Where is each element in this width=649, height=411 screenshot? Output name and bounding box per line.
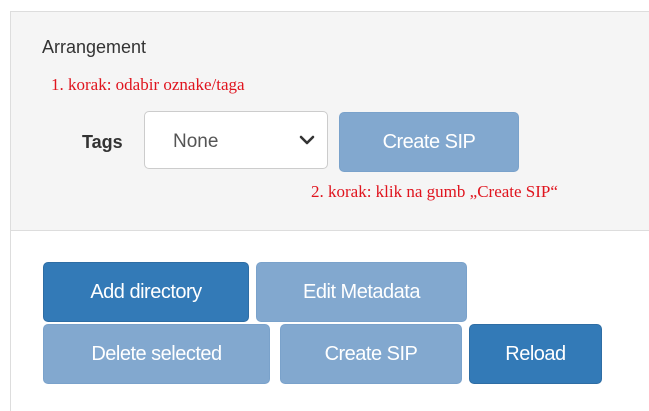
arrangement-panel: Arrangement 1. korak: odabir oznake/taga… [10, 11, 649, 411]
edit-metadata-button[interactable]: Edit Metadata [256, 262, 467, 322]
arrangement-panel-header: Arrangement 1. korak: odabir oznake/taga… [11, 12, 649, 231]
step-1-annotation: 1. korak: odabir oznake/taga [51, 75, 245, 94]
reload-button[interactable]: Reload [469, 324, 602, 384]
create-sip-button-top[interactable]: Create SIP [339, 112, 519, 172]
step-2-annotation: 2. korak: klik na gumb „Create SIP“ [311, 182, 558, 201]
add-directory-button[interactable]: Add directory [43, 262, 249, 322]
tags-select-value: None [173, 131, 219, 152]
delete-selected-button[interactable]: Delete selected [43, 324, 270, 384]
tags-select[interactable]: None [144, 111, 328, 169]
create-sip-button[interactable]: Create SIP [280, 324, 462, 384]
tags-label: Tags [82, 132, 123, 152]
chevron-down-icon [299, 135, 315, 145]
panel-heading: Arrangement [42, 37, 147, 57]
